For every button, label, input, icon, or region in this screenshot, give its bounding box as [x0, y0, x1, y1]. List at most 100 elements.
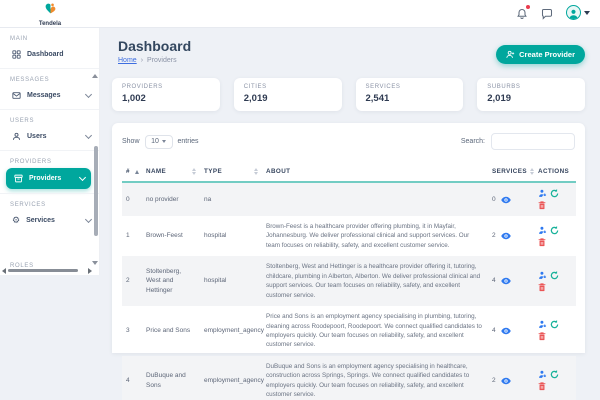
sidebar-section-providers: PROVIDERS Providers: [0, 150, 99, 193]
notifications-bell-icon[interactable]: [516, 7, 528, 19]
entries-label: entries: [178, 138, 199, 145]
sort-icon: [530, 168, 534, 175]
refresh-action-icon[interactable]: [550, 189, 559, 198]
create-provider-button[interactable]: Create Provider: [496, 45, 585, 64]
sidebar-vertical-scrollbar[interactable]: [94, 72, 98, 264]
cell-type: employment_agency: [200, 306, 262, 356]
cell-about: DuBuque and Sons is an employment agency…: [262, 356, 488, 400]
cell-num: 0: [122, 182, 142, 216]
cell-type: hospital: [200, 216, 262, 256]
sidebar-item-users[interactable]: Users: [0, 127, 99, 146]
table-row: 2 Stoltenberg, West and Hettinger hospit…: [122, 256, 576, 306]
stat-card-providers: PROVIDERS 1,002: [112, 78, 220, 111]
notification-badge: [525, 4, 531, 10]
cell-services: 0: [488, 182, 534, 216]
avatar: [566, 5, 581, 20]
section-label-messages: MESSAGES: [10, 77, 99, 83]
cell-name: Price and Sons: [142, 306, 200, 356]
cell-name: Brown-Feest: [142, 216, 200, 256]
cell-name: Stoltenberg, West and Hettinger: [142, 256, 200, 306]
delete-action-icon[interactable]: [538, 283, 546, 292]
cell-num: 2: [122, 256, 142, 306]
page-size-select[interactable]: 10: [145, 135, 173, 149]
cell-actions: [534, 306, 576, 356]
delete-action-icon[interactable]: [538, 238, 546, 247]
cell-num: 1: [122, 216, 142, 256]
column-header-services[interactable]: SERVICES: [488, 162, 534, 182]
view-services-eye-icon[interactable]: [501, 196, 511, 204]
sort-icon: [254, 168, 258, 175]
sidebar-section-main: MAIN Dashboard: [0, 28, 99, 68]
delete-action-icon[interactable]: [538, 332, 546, 341]
table-controls: Show 10 entries Search:: [122, 133, 575, 150]
stat-label: SERVICES: [366, 84, 454, 90]
view-services-eye-icon[interactable]: [501, 232, 511, 240]
column-header-actions: ACTIONS: [534, 162, 576, 182]
stat-card-services: SERVICES 2,541: [356, 78, 464, 111]
topbar: Tendela: [0, 0, 600, 28]
sort-asc-icon: [135, 170, 139, 174]
table-header-row: # NAME TYPE ABOUT SERVICES ACTIONS: [122, 162, 576, 182]
assign-user-action-icon[interactable]: [538, 370, 547, 379]
delete-action-icon[interactable]: [538, 201, 546, 210]
delete-action-icon[interactable]: [538, 382, 546, 391]
user-icon: [12, 132, 21, 141]
refresh-action-icon[interactable]: [550, 370, 559, 379]
assign-user-action-icon[interactable]: [538, 271, 547, 280]
cell-type: na: [200, 182, 262, 216]
scrollbar-thumb[interactable]: [8, 269, 78, 272]
scrollbar-right-arrow[interactable]: [88, 268, 92, 274]
breadcrumb-home-link[interactable]: Home: [118, 57, 137, 64]
section-label-services: SERVICES: [10, 202, 99, 208]
column-header-name[interactable]: NAME: [142, 162, 200, 182]
section-label-main: MAIN: [10, 36, 99, 42]
chevron-down-icon: [79, 174, 86, 181]
sidebar-section-messages: MESSAGES Messages: [0, 68, 99, 109]
messages-bubble-icon[interactable]: [541, 7, 553, 19]
sidebar-item-dashboard[interactable]: Dashboard: [0, 45, 99, 64]
providers-table-card: Show 10 entries Search: # NAME TYPE ABOU…: [112, 123, 585, 353]
refresh-action-icon[interactable]: [550, 226, 559, 235]
scrollbar-left-arrow[interactable]: [2, 268, 6, 274]
stat-label: PROVIDERS: [122, 84, 210, 90]
cell-actions: [534, 256, 576, 306]
view-services-eye-icon[interactable]: [501, 327, 511, 335]
show-label: Show: [122, 138, 140, 145]
scrollbar-down-arrow[interactable]: [92, 261, 98, 265]
sidebar-item-providers[interactable]: Providers: [6, 168, 91, 189]
sidebar-section-services: SERVICES ⚙ Services: [0, 193, 99, 234]
cell-actions: [534, 182, 576, 216]
stat-value: 2,019: [487, 93, 575, 104]
column-header-about[interactable]: ABOUT: [262, 162, 488, 182]
cell-num: 4: [122, 356, 142, 400]
sidebar-item-services[interactable]: ⚙ Services: [0, 211, 99, 230]
assign-user-action-icon[interactable]: [538, 320, 547, 329]
sidebar-item-messages[interactable]: Messages: [0, 86, 99, 105]
cell-about: Stoltenberg, West and Hettinger is a hea…: [262, 256, 488, 306]
user-menu[interactable]: [566, 5, 590, 20]
refresh-action-icon[interactable]: [550, 271, 559, 280]
refresh-action-icon[interactable]: [550, 320, 559, 329]
table-row: 1 Brown-Feest hospital Brown-Feest is a …: [122, 216, 576, 256]
column-header-num[interactable]: #: [122, 162, 142, 182]
cell-num: 3: [122, 306, 142, 356]
brand-name: Tendela: [0, 21, 100, 27]
chevron-down-icon: [85, 216, 92, 223]
stat-label: CITIES: [244, 84, 332, 90]
sidebar-item-label: Dashboard: [27, 51, 64, 58]
sidebar-horizontal-scrollbar[interactable]: [0, 268, 94, 273]
view-services-eye-icon[interactable]: [501, 377, 511, 385]
dashboard-grid-icon: [12, 50, 21, 59]
stat-value: 1,002: [122, 93, 210, 104]
column-header-type[interactable]: TYPE: [200, 162, 262, 182]
brand-logo[interactable]: Tendela: [0, 2, 100, 27]
table-row: 0 no provider na 0: [122, 182, 576, 216]
view-services-eye-icon[interactable]: [501, 277, 511, 285]
assign-user-action-icon[interactable]: [538, 226, 547, 235]
cell-services: 2: [488, 216, 534, 256]
search-input[interactable]: [491, 133, 575, 150]
stat-value: 2,541: [366, 93, 454, 104]
stat-label: SUBURBS: [487, 84, 575, 90]
assign-user-action-icon[interactable]: [538, 189, 547, 198]
sort-icon: [192, 168, 196, 175]
